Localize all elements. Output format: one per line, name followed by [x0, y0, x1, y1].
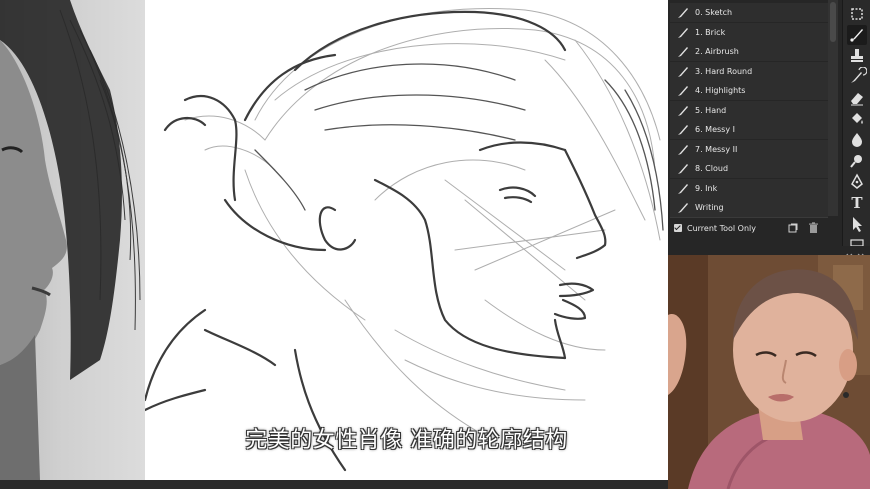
brush-preset-writing[interactable]: Writing	[670, 198, 828, 217]
tools-toolbar: T	[842, 0, 870, 252]
brush-icon	[850, 29, 863, 42]
brush-preset-label: Writing	[695, 203, 724, 212]
reference-photo	[0, 0, 145, 480]
brush-preset-hard-round[interactable]: 3. Hard Round	[670, 62, 828, 81]
stamp-tool[interactable]	[847, 46, 867, 66]
brush-preset-messy-ii[interactable]: 7. Messy II	[670, 140, 828, 159]
stamp-icon	[851, 49, 863, 62]
trash-icon[interactable]	[808, 222, 819, 234]
brush-preset-label: 3. Hard Round	[695, 67, 753, 76]
current-tool-only-checkbox[interactable]	[674, 224, 682, 232]
panel-divider	[670, 217, 828, 218]
brush-tool[interactable]	[847, 25, 867, 45]
brush-icon	[678, 106, 688, 116]
current-tool-only-row: Current Tool Only	[670, 219, 828, 238]
reference-portrait-image	[0, 0, 141, 480]
brush-preset-cloud[interactable]: 8. Cloud	[670, 159, 828, 178]
brush-preset-brick[interactable]: 1. Brick	[670, 23, 828, 42]
panel-scrollbar[interactable]	[828, 0, 838, 216]
brush-icon	[678, 67, 688, 77]
dodge-icon	[850, 155, 862, 168]
brush-icon	[678, 28, 688, 38]
brush-preset-label: 1. Brick	[695, 28, 726, 37]
new-preset-icon[interactable]	[788, 223, 798, 233]
brush-preset-label: 5. Hand	[695, 106, 727, 115]
path-select-tool[interactable]	[847, 214, 867, 234]
brush-preset-label: 4. Highlights	[695, 86, 746, 95]
brush-preset-highlights[interactable]: 4. Highlights	[670, 81, 828, 100]
brush-preset-label: 6. Messy I	[695, 125, 735, 134]
brush-icon	[678, 145, 688, 155]
panel-scrollbar-thumb[interactable]	[830, 2, 836, 42]
brush-preset-label: 2. Airbrush	[695, 47, 739, 56]
brush-icon	[678, 203, 688, 213]
portrait-sketch	[145, 7, 664, 472]
artboard-tool[interactable]	[847, 4, 867, 24]
brush-icon	[678, 184, 688, 194]
brush-preset-label: 8. Cloud	[695, 164, 729, 173]
type-tool[interactable]: T	[847, 193, 867, 213]
paint-bucket-icon	[852, 113, 863, 124]
eraser-icon	[851, 93, 863, 106]
brush-icon	[678, 86, 688, 96]
brush-preset-label: 0. Sketch	[695, 8, 733, 17]
paint-bucket-tool[interactable]	[847, 109, 867, 129]
video-subtitle: 完美的女性肖像 准确的轮廓结构	[245, 428, 568, 453]
brush-preset-ink[interactable]: 9. Ink	[670, 179, 828, 198]
brush-preset-label: 7. Messy II	[695, 145, 738, 154]
eraser-tool[interactable]	[847, 88, 867, 108]
brush-icon	[678, 47, 688, 57]
webcam-feed	[668, 255, 870, 489]
blur-icon	[852, 133, 862, 147]
artboard-icon	[851, 8, 863, 20]
pen-tool[interactable]	[847, 172, 867, 192]
webcam-image	[668, 255, 870, 489]
brush-preset-hand[interactable]: 5. Hand	[670, 101, 828, 120]
brush-preset-airbrush[interactable]: 2. Airbrush	[670, 42, 828, 61]
brush-preset-messy-i[interactable]: 6. Messy I	[670, 120, 828, 139]
brush-preset-sketch[interactable]: 0. Sketch	[670, 3, 828, 22]
brush-icon	[678, 164, 688, 174]
dodge-tool[interactable]	[847, 151, 867, 171]
brush-icon	[678, 8, 688, 18]
current-tool-only-label: Current Tool Only	[687, 224, 756, 233]
panel-collapse-bar[interactable]	[668, 246, 870, 260]
blur-tool[interactable]	[847, 130, 867, 150]
history-brush-icon	[851, 67, 867, 83]
path-select-icon	[853, 217, 862, 232]
drawing-canvas[interactable]	[145, 0, 668, 480]
pen-icon	[851, 173, 863, 189]
type-icon: T	[851, 194, 863, 212]
brush-preset-label: 9. Ink	[695, 184, 718, 193]
brush-icon	[678, 125, 688, 135]
history-brush-tool[interactable]	[847, 67, 867, 87]
brush-presets-panel: 0. Sketch 1. Brick 2. Airbrush 3. Hard R…	[668, 0, 842, 248]
